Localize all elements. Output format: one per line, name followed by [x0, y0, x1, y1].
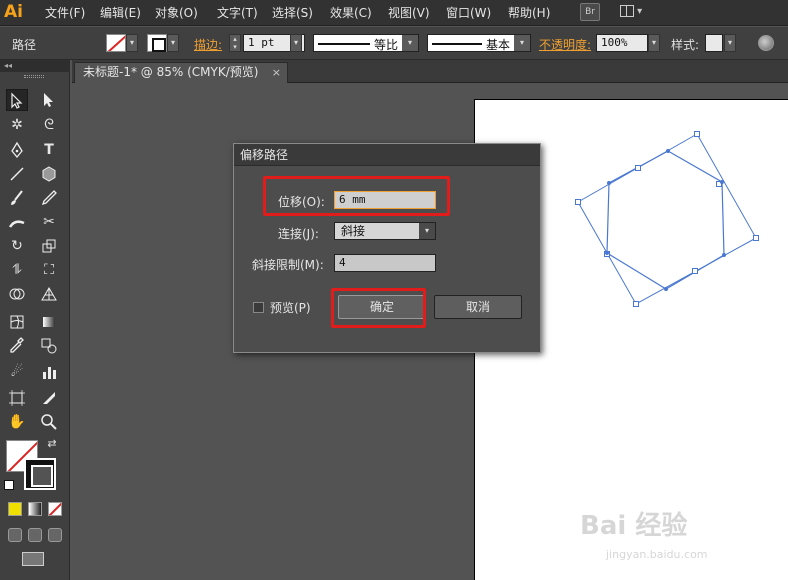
miter-limit-input[interactable]: 4	[334, 254, 436, 272]
perspective-grid-tool-icon[interactable]	[38, 283, 60, 305]
panel-grip[interactable]	[24, 75, 44, 78]
selection-tool-icon[interactable]	[6, 89, 28, 111]
menu-object[interactable]: 对象(O)	[155, 4, 198, 22]
shape-builder-tool-icon[interactable]	[6, 283, 28, 305]
variable-width-profile[interactable]: 等比 ▾	[313, 34, 419, 52]
gradient-tool-icon[interactable]	[38, 311, 60, 333]
brush-definition[interactable]: 基本 ▾	[427, 34, 531, 52]
magic-wand-tool-icon[interactable]: ✲	[6, 114, 28, 136]
scale-tool-icon[interactable]	[38, 235, 60, 257]
scissors-tool-icon[interactable]: ✂	[38, 211, 60, 233]
selection-type-label: 路径	[12, 38, 37, 52]
menu-edit[interactable]: 编辑(E)	[100, 4, 141, 22]
stroke-dropdown-arrow[interactable]: ▾	[167, 34, 179, 52]
cancel-button[interactable]: 取消	[434, 295, 522, 319]
menu-window[interactable]: 窗口(W)	[446, 4, 491, 22]
preview-label[interactable]: 预览(P)	[270, 299, 311, 316]
menu-view[interactable]: 视图(V)	[388, 4, 430, 22]
dialog-title[interactable]: 偏移路径	[234, 144, 540, 166]
draw-normal-icon[interactable]	[8, 528, 22, 542]
none-mode-icon[interactable]	[48, 502, 62, 516]
tools-panel-collapse[interactable]: ◂◂	[0, 60, 70, 72]
fill-dropdown-arrow[interactable]: ▾	[126, 34, 138, 52]
miter-limit-label: 斜接限制(M):	[252, 258, 324, 272]
stroke-color-swatch[interactable]	[24, 458, 56, 490]
polygon-tool-icon[interactable]	[38, 163, 60, 185]
swap-fill-stroke-icon[interactable]: ⇄	[44, 436, 60, 452]
join-label: 连接(J):	[278, 227, 319, 241]
brush-label: 基本	[485, 38, 510, 52]
ok-button[interactable]: 确定	[338, 295, 426, 319]
menu-effect[interactable]: 效果(C)	[330, 4, 372, 22]
preview-checkbox[interactable]	[253, 302, 264, 313]
rotate-tool-icon[interactable]: ↻	[6, 235, 28, 257]
style-label: 样式:	[671, 38, 700, 52]
profile-label: 等比	[373, 38, 398, 52]
menu-select[interactable]: 选择(S)	[272, 4, 313, 22]
eyedropper-tool-icon[interactable]	[6, 335, 28, 357]
free-transform-tool-icon[interactable]: ⛶	[38, 259, 60, 281]
direct-selection-tool-icon[interactable]	[38, 89, 60, 111]
zoom-tool-icon[interactable]	[38, 411, 60, 433]
recolor-artwork-icon[interactable]	[758, 35, 774, 51]
graphic-style-swatch[interactable]	[705, 34, 723, 52]
chevron-down-icon: ▾	[419, 223, 435, 239]
menu-bar: Ai 文件(F) 编辑(E) 对象(O) 文字(T) 选择(S) 效果(C) 视…	[0, 0, 788, 26]
opacity-input[interactable]: 100%	[596, 34, 648, 52]
tools-panel: ◂◂ ✲ ᘓ T ✂ ↻ ⥮ ⛶ ☄ ✋ ⇄	[0, 60, 70, 580]
close-tab-icon[interactable]: ×	[272, 63, 281, 82]
baidu-watermark-url: jingyan.baidu.com	[606, 548, 708, 561]
stroke-swatch[interactable]	[147, 34, 167, 52]
arrange-documents-button[interactable]: ▾	[620, 3, 648, 21]
screen-mode-icon[interactable]	[22, 552, 44, 566]
join-select-value: 斜接	[341, 224, 366, 238]
gradient-mode-icon[interactable]	[28, 502, 42, 516]
opacity-label[interactable]: 不透明度:	[539, 36, 591, 53]
hexagon-artwork[interactable]	[560, 120, 760, 320]
app-logo: Ai	[4, 2, 23, 22]
stroke-label[interactable]: 描边:	[194, 36, 222, 53]
type-tool-icon[interactable]: T	[38, 139, 60, 161]
offset-label: 位移(O):	[278, 195, 325, 209]
stroke-weight-stepper[interactable]: ▴ ▾	[229, 34, 241, 52]
blob-brush-tool-icon[interactable]	[6, 211, 28, 233]
grid-icon	[620, 5, 634, 17]
color-mode-icon[interactable]	[8, 502, 22, 516]
artboard-tool-icon[interactable]	[6, 387, 28, 409]
hand-tool-icon[interactable]: ✋	[6, 411, 28, 433]
stroke-weight-dropdown[interactable]: ▾	[290, 34, 302, 52]
draw-inside-icon[interactable]	[48, 528, 62, 542]
line-segment-tool-icon[interactable]	[6, 163, 28, 185]
menu-type[interactable]: 文字(T)	[217, 4, 258, 22]
lasso-tool-icon[interactable]: ᘓ	[38, 114, 60, 136]
join-select[interactable]: 斜接 ▾	[334, 222, 436, 240]
style-dropdown[interactable]: ▾	[724, 34, 736, 52]
paintbrush-tool-icon[interactable]	[6, 187, 28, 209]
draw-behind-icon[interactable]	[28, 528, 42, 542]
fill-none-swatch[interactable]	[106, 34, 126, 52]
menu-help[interactable]: 帮助(H)	[508, 4, 550, 22]
mesh-tool-icon[interactable]	[6, 311, 28, 333]
menu-file[interactable]: 文件(F)	[45, 4, 85, 22]
width-tool-icon[interactable]: ⥮	[6, 259, 28, 281]
pencil-tool-icon[interactable]	[38, 187, 60, 209]
control-bar: 路径 ▾ ▾ 描边: ▴ ▾ 1 pt ▾ 等比 ▾ 基本 ▾ 不透明度: 100…	[0, 27, 788, 60]
offset-input[interactable]: 6 mm	[334, 191, 436, 209]
symbol-sprayer-tool-icon[interactable]: ☄	[6, 361, 28, 383]
column-graph-tool-icon[interactable]	[38, 361, 60, 383]
document-tab-bar: 未标题-1* @ 85% (CMYK/预览) ×	[72, 60, 788, 83]
blend-tool-icon[interactable]	[38, 335, 60, 357]
baidu-watermark-logo: Bai 经验	[580, 511, 688, 541]
opacity-dropdown[interactable]: ▾	[648, 34, 660, 52]
document-tab-title: 未标题-1* @ 85% (CMYK/预览)	[83, 65, 259, 79]
pen-tool-icon[interactable]	[6, 139, 28, 161]
slice-tool-icon[interactable]	[38, 387, 60, 409]
offset-path-dialog: 偏移路径 位移(O): 6 mm 连接(J): 斜接 ▾ 斜接限制(M): 4 …	[233, 143, 541, 353]
bridge-button[interactable]: Br	[580, 3, 600, 21]
default-colors-icon[interactable]	[4, 480, 14, 490]
document-tab[interactable]: 未标题-1* @ 85% (CMYK/预览) ×	[74, 62, 288, 83]
